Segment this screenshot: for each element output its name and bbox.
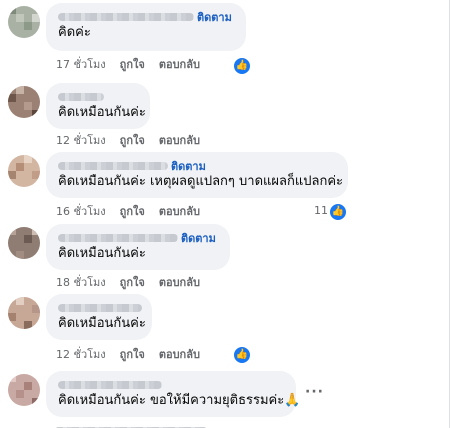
- author-row: ติดตาม: [58, 158, 336, 173]
- avatar[interactable]: [8, 374, 40, 406]
- like-button[interactable]: ถูกใจ: [120, 205, 145, 218]
- timestamp[interactable]: 17 ชั่วโมง: [56, 58, 106, 71]
- author-row: [58, 300, 142, 315]
- comment-actions: 12 ชั่วโมง ถูกใจ ตอบกลับ: [56, 134, 214, 148]
- comment-bubble: คิดเหมือนกันค่ะ ขอให้มีความยุติธรรมค่ะ🙏: [46, 371, 301, 417]
- like-icon[interactable]: 👍: [233, 57, 251, 75]
- like-icon[interactable]: 👍: [329, 203, 347, 221]
- author-row: ติดตาม: [58, 9, 234, 24]
- comment-text: คิดเหมือนกันค่ะ ขอให้มีความยุติธรรมค่ะ🙏: [58, 393, 301, 408]
- follow-button[interactable]: ติดตาม: [197, 11, 232, 24]
- comment-bubble: ติดตาม คิดเหมือนกันค่ะ เหตุผลดูแปลกๆ บาด…: [46, 152, 348, 198]
- reaction-count[interactable]: 11: [314, 203, 328, 219]
- avatar[interactable]: [8, 86, 40, 118]
- comment-text: คิดเหมือนกันค่ะ: [58, 246, 146, 261]
- reply-button[interactable]: ตอบกลับ: [159, 276, 200, 289]
- comment-actions: 12 ชั่วโมง ถูกใจ ตอบกลับ: [56, 348, 214, 362]
- comment-actions: 17 ชั่วโมง ถูกใจ ตอบกลับ: [56, 58, 214, 72]
- author-row: [58, 89, 138, 104]
- comment-bubble: ติดตาม คิดค่ะ: [46, 3, 246, 51]
- author-row: ติดตาม: [58, 230, 218, 245]
- timestamp[interactable]: 12 ชั่วโมง: [56, 348, 106, 361]
- avatar[interactable]: [8, 297, 40, 329]
- like-button[interactable]: ถูกใจ: [120, 276, 145, 289]
- blurred-author-name[interactable]: [58, 234, 178, 242]
- blurred-author-name[interactable]: [58, 13, 194, 21]
- comment-actions: [56, 422, 220, 428]
- comment-actions: 16 ชั่วโมง ถูกใจ ตอบกลับ: [56, 205, 214, 219]
- blurred-author-name[interactable]: [58, 304, 142, 312]
- comment-actions: 18 ชั่วโมง ถูกใจ ตอบกลับ: [56, 276, 214, 290]
- like-icon[interactable]: 👍: [233, 346, 251, 364]
- like-button[interactable]: ถูกใจ: [120, 348, 145, 361]
- reply-button[interactable]: ตอบกลับ: [159, 348, 200, 361]
- comment-text: คิดเหมือนกันค่ะ: [58, 105, 146, 120]
- comment-bubble: คิดเหมือนกันค่ะ: [46, 294, 152, 340]
- follow-button[interactable]: ติดตาม: [181, 232, 216, 245]
- timestamp[interactable]: 16 ชั่วโมง: [56, 205, 106, 218]
- more-options-icon[interactable]: ···: [305, 384, 324, 400]
- reply-button[interactable]: ตอบกลับ: [159, 58, 200, 71]
- reply-button[interactable]: ตอบกลับ: [159, 134, 200, 147]
- blurred-author-name[interactable]: [58, 381, 162, 389]
- follow-button[interactable]: ติดตาม: [171, 160, 206, 173]
- avatar[interactable]: [8, 6, 40, 38]
- timestamp[interactable]: 18 ชั่วโมง: [56, 276, 106, 289]
- author-row: [58, 377, 284, 392]
- avatar[interactable]: [8, 155, 40, 187]
- like-button[interactable]: ถูกใจ: [120, 134, 145, 147]
- blurred-author-name[interactable]: [58, 162, 168, 170]
- avatar[interactable]: [8, 227, 40, 259]
- blurred-author-name[interactable]: [58, 93, 104, 101]
- comment-bubble: ติดตาม คิดเหมือนกันค่ะ: [46, 224, 230, 270]
- comment-text: คิดเหมือนกันค่ะ เหตุผลดูแปลกๆ บาดแผลก็แป…: [58, 174, 344, 189]
- comment-text: คิดค่ะ: [58, 25, 91, 40]
- comment-text: คิดเหมือนกันค่ะ: [58, 316, 146, 331]
- like-button[interactable]: ถูกใจ: [120, 58, 145, 71]
- reply-button[interactable]: ตอบกลับ: [159, 205, 200, 218]
- timestamp[interactable]: 12 ชั่วโมง: [56, 134, 106, 147]
- comment-bubble: คิดเหมือนกันค่ะ: [46, 83, 150, 129]
